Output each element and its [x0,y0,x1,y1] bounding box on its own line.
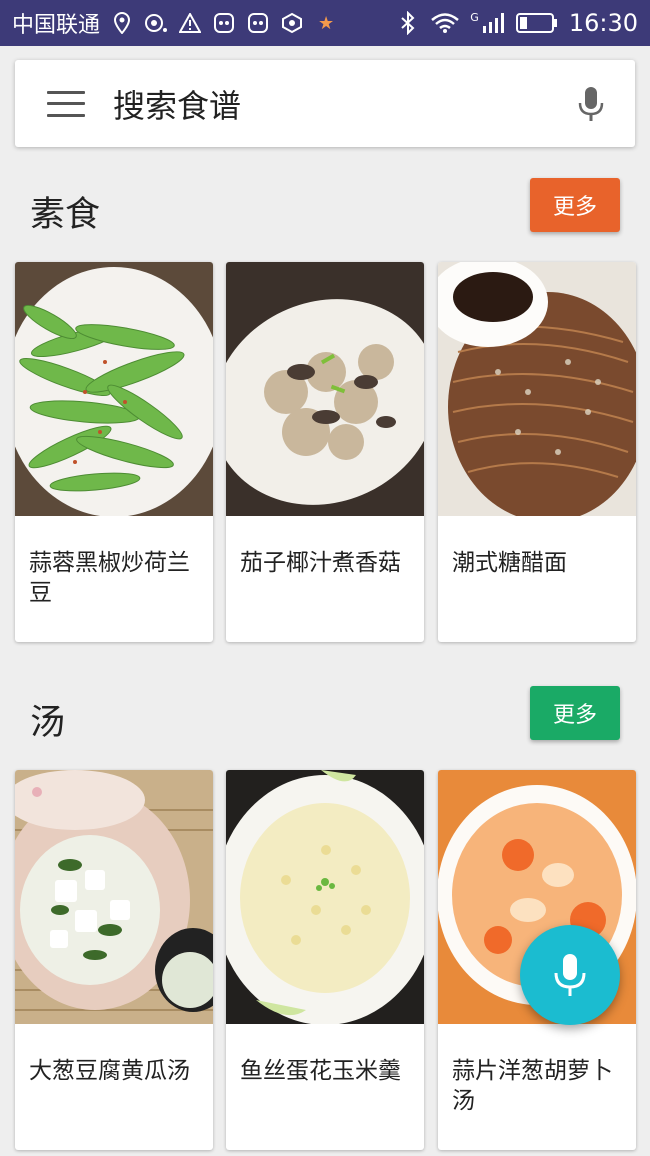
recipe-card[interactable]: 茄子椰汁煮香菇 [226,262,424,642]
more-button-vegetarian[interactable]: 更多 [530,178,620,232]
status-bar: 中国联通 ★ G 16:30 [0,0,650,46]
app-notification-icon [280,11,304,35]
recipe-card[interactable]: 蒜蓉黑椒炒荷兰豆 [15,262,213,642]
warning-icon [178,11,202,35]
recipe-photo [226,262,424,516]
clock: 16:30 [568,9,638,37]
app-notification-icon [212,11,236,35]
hotspot-icon [144,11,168,35]
bluetooth-icon [396,11,420,35]
location-icon [110,11,134,35]
recipe-photo [15,262,213,516]
signal-icon [481,11,505,35]
recipe-photo [226,770,424,1024]
recipe-name: 蒜蓉黑椒炒荷兰豆 [29,550,190,606]
menu-icon[interactable] [47,90,85,117]
recipe-name: 潮式糖醋面 [452,550,567,576]
search-placeholder[interactable]: 搜索食谱 [113,81,241,127]
mic-icon[interactable] [577,85,605,123]
battery-icon [515,11,559,35]
voice-search-fab[interactable] [520,925,620,1025]
section-title-vegetarian: 素食 [30,195,101,235]
carrier-name: 中国联通 [12,13,101,38]
recipe-photo [438,262,636,516]
wifi-icon [430,11,460,35]
recipe-name: 鱼丝蛋花玉米羹 [240,1058,401,1084]
recipe-card[interactable]: 潮式糖醋面 [438,262,636,642]
more-button-soup[interactable]: 更多 [530,686,620,740]
recipe-name: 蒜片洋葱胡萝卜汤 [452,1058,613,1114]
star-icon: ★ [317,12,335,34]
section-title-soup: 汤 [30,703,66,743]
recipe-card[interactable]: 鱼丝蛋花玉米羹 [226,770,424,1150]
app-notification-icon [246,11,270,35]
recipe-card[interactable]: 大葱豆腐黄瓜汤 [15,770,213,1150]
network-type: G [470,11,479,24]
search-bar[interactable]: 搜索食谱 [15,60,635,147]
recipe-photo [15,770,213,1024]
recipe-name: 大葱豆腐黄瓜汤 [29,1058,190,1084]
mic-icon [554,954,586,996]
recipe-name: 茄子椰汁煮香菇 [240,550,401,576]
